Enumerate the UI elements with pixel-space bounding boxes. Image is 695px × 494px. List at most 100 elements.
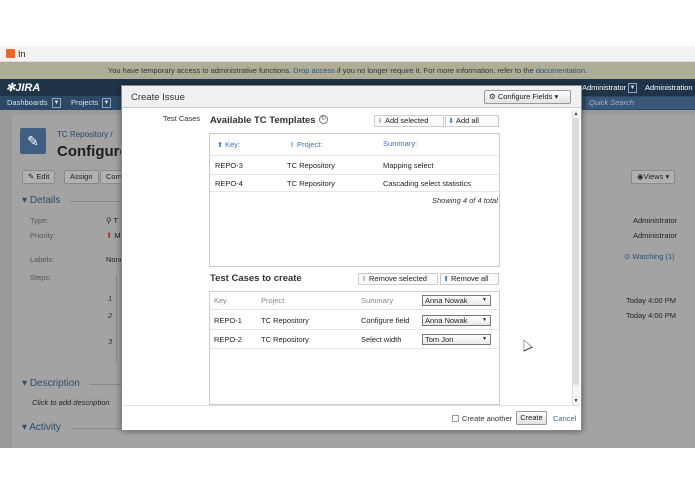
- description-heading[interactable]: ▾ Description: [22, 378, 80, 389]
- steps-table-border: [116, 274, 117, 362]
- testcase-summary[interactable]: Select width: [361, 335, 401, 344]
- chevron-down-icon: ▼: [482, 317, 487, 323]
- project-avatar-icon[interactable]: ✎: [20, 128, 46, 154]
- row-divider: [210, 174, 499, 175]
- dialog-scroll-thumb[interactable]: [573, 118, 579, 385]
- row-divider: [210, 309, 499, 310]
- chevron-down-icon: ▼: [482, 336, 487, 342]
- documentation-link[interactable]: documentation: [536, 66, 585, 75]
- watching-link[interactable]: ⊙ Watching (1): [624, 252, 675, 261]
- nav-projects[interactable]: Projects: [71, 98, 98, 107]
- administration-link[interactable]: Administration: [645, 83, 693, 92]
- create-another-label[interactable]: Create another: [462, 414, 512, 423]
- scroll-up-icon[interactable]: ▲: [572, 110, 580, 118]
- column-header-summary[interactable]: Summary:: [383, 139, 417, 148]
- type-value: ⚲ T: [106, 216, 119, 225]
- page-footer-area: [0, 448, 695, 494]
- projects-caret-icon[interactable]: ▼: [102, 98, 111, 108]
- user-menu[interactable]: Administrator: [582, 83, 626, 92]
- create-another-checkbox[interactable]: [452, 415, 459, 422]
- chevron-down-icon: ▼: [482, 297, 487, 303]
- cancel-link[interactable]: Cancel: [553, 414, 576, 423]
- drop-access-link[interactable]: Drop access: [293, 66, 335, 75]
- watch-eye-icon: ⊙: [624, 252, 631, 261]
- test-cases-to-create-title: Test Cases to create: [210, 273, 302, 284]
- row-divider: [210, 348, 499, 349]
- arrow-down-icon: ⬇: [448, 118, 454, 125]
- template-summary[interactable]: Mapping select: [383, 161, 433, 170]
- dashboards-caret-icon[interactable]: ▼: [52, 98, 61, 108]
- template-project[interactable]: TC Repository: [287, 179, 335, 188]
- arrow-down-icon: ⬇: [377, 118, 383, 125]
- arrow-up-icon: ⬆: [443, 276, 449, 283]
- assignee-value[interactable]: Administrator: [633, 216, 677, 225]
- bulk-assignee-select[interactable]: Anna Nowak ▼: [422, 295, 491, 306]
- configure-fields-button[interactable]: ⚙ Configure Fields ▾: [484, 90, 571, 104]
- testcase-summary[interactable]: Configure field: [361, 316, 409, 325]
- priority-up-icon: ⬆: [106, 231, 113, 240]
- add-selected-button[interactable]: ⬇ Add selected: [374, 115, 444, 127]
- testcase-key[interactable]: REPO-2: [214, 335, 242, 344]
- available-templates-title: Available TC Templates: [210, 115, 316, 126]
- dialog-footer: [122, 405, 581, 430]
- priority-value: ⬆ M: [106, 231, 121, 240]
- edit-button[interactable]: ✎ Edit: [22, 170, 56, 184]
- test-cases-field-label: Test Cases: [163, 114, 201, 123]
- row-divider: [210, 155, 499, 156]
- dialog-title: Create Issue: [131, 92, 185, 103]
- views-button[interactable]: ◉Views ▾: [631, 170, 676, 184]
- create-button[interactable]: Create: [516, 411, 547, 425]
- refresh-icon[interactable]: ↻: [319, 115, 328, 124]
- priority-label: Priority:: [30, 231, 56, 240]
- user-menu-caret-icon[interactable]: ▼: [628, 83, 637, 93]
- type-label: Type:: [30, 216, 49, 225]
- sort-up-icon: ⬆: [217, 142, 223, 149]
- details-divider: [70, 201, 122, 202]
- created-date: Today 4:00 PM: [626, 296, 677, 305]
- scroll-down-icon[interactable]: ▼: [572, 397, 580, 405]
- testcase-key[interactable]: REPO-1: [214, 316, 242, 325]
- testcase-project[interactable]: TC Repository: [261, 316, 309, 325]
- jira-logo[interactable]: ✻JIRA: [6, 81, 40, 94]
- remove-selected-button[interactable]: ⬆ Remove selected: [358, 273, 438, 285]
- nav-dashboards[interactable]: Dashboards: [7, 98, 47, 107]
- pagination-info: Showing 4 of 4 total: [432, 196, 498, 205]
- quick-search-input[interactable]: Quick Search: [586, 97, 695, 109]
- column-header-key[interactable]: ⬆ Key:: [215, 140, 240, 149]
- activity-divider: [72, 428, 122, 429]
- sort-up-icon: ⬆: [289, 142, 295, 149]
- template-project[interactable]: TC Repository: [287, 161, 335, 170]
- browser-tab-strip: [0, 46, 695, 62]
- task-type-icon: ⚲: [106, 216, 112, 225]
- template-key[interactable]: REPO-4: [215, 179, 243, 188]
- assign-button[interactable]: Assign: [64, 170, 99, 184]
- row-divider: [210, 329, 499, 330]
- browser-tab-title[interactable]: In: [18, 49, 26, 59]
- column-header-key: Key: [214, 296, 227, 305]
- breadcrumb[interactable]: TC Repository /: [57, 130, 113, 139]
- remove-all-button[interactable]: ⬆ Remove all: [440, 273, 499, 285]
- labels-label: Labels:: [30, 255, 55, 264]
- reporter-value[interactable]: Administrator: [633, 231, 677, 240]
- issue-title: Configure: [57, 143, 128, 160]
- steps-label: Steps:: [30, 273, 52, 282]
- gear-icon: ⚙: [489, 92, 498, 101]
- column-header-project[interactable]: ⬆ Project:: [287, 140, 322, 149]
- admin-access-banner: You have temporary access to administrat…: [0, 62, 695, 79]
- template-key[interactable]: REPO-3: [215, 161, 243, 170]
- activity-heading[interactable]: ▾ Activity: [22, 422, 61, 433]
- testcase-project[interactable]: TC Repository: [261, 335, 309, 344]
- arrow-up-icon: ⬆: [361, 276, 367, 283]
- details-heading[interactable]: ▾ Details: [22, 195, 60, 206]
- row-divider: [210, 191, 499, 192]
- assignee-select[interactable]: Anna Nowak ▼: [422, 315, 491, 326]
- column-header-project: Project: [261, 296, 285, 305]
- browser-favicon-icon: [6, 49, 15, 58]
- template-summary[interactable]: Cascading select statistics: [383, 179, 471, 188]
- assignee-select[interactable]: Tom Jon ▼: [422, 334, 491, 345]
- step-number: 2: [108, 311, 113, 320]
- add-all-button[interactable]: ⬇ Add all: [445, 115, 499, 127]
- description-divider: [90, 384, 122, 385]
- step-number: 3: [108, 337, 113, 346]
- description-placeholder[interactable]: Click to add description: [32, 398, 110, 407]
